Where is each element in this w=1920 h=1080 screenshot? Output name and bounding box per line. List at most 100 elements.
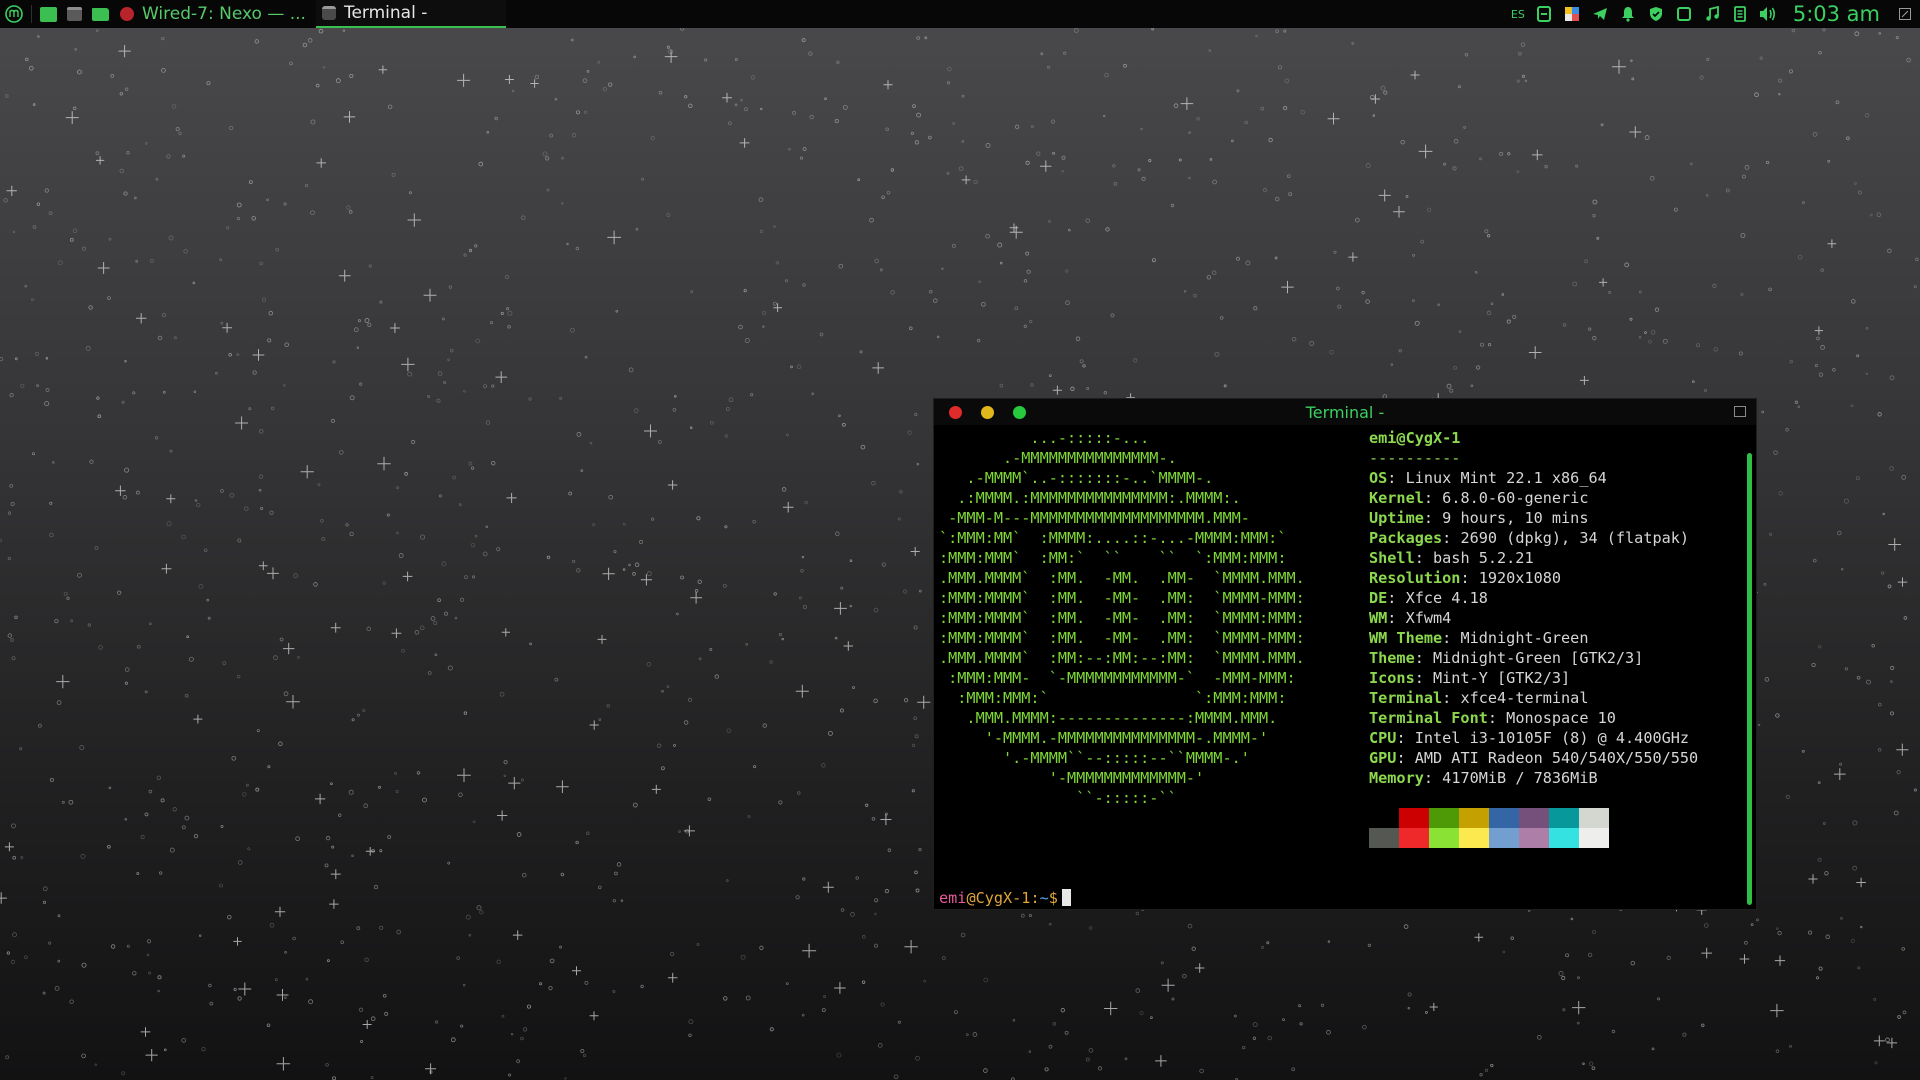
taskbar-item-browser[interactable]: Wired-7: Nexo — ... — [114, 0, 316, 28]
user-host-header: emi@CygX-1 — [1369, 429, 1461, 447]
logo-line: :MMM:MMMM` :MM. -MM- .MM: `MMMM-MMM: — [939, 629, 1305, 647]
logo-line: .MMM.MMMM` :MM. -MM. .MM- `MMMM.MMM. — [939, 569, 1305, 587]
prompt-user: emi — [939, 889, 967, 907]
info-row-packages: Packages: 2690 (dpkg), 34 (flatpak) — [1369, 528, 1698, 548]
info-row-kernel: Kernel: 6.8.0-60-generic — [1369, 488, 1698, 508]
info-colon: : — [1414, 669, 1434, 687]
info-key: Memory — [1369, 769, 1424, 787]
mint-logo-icon — [5, 5, 23, 23]
palette-swatch — [1519, 808, 1549, 828]
info-colon: : — [1460, 569, 1479, 587]
logo-line: .:MMMM.:MMMMMMMMMMMMMMM:.MMMM:. — [939, 489, 1241, 507]
info-row-terminal-font: Terminal Font: Monospace 10 — [1369, 708, 1698, 728]
palette-swatch — [1579, 808, 1609, 828]
tray-app-green-icon[interactable] — [1535, 5, 1553, 23]
info-row-theme: Theme: Midnight-Green [GTK2/3] — [1369, 648, 1698, 668]
taskbar-item-terminal[interactable]: Terminal - — [315, 0, 506, 28]
telegram-icon[interactable] — [1591, 5, 1609, 23]
info-row-resolution: Resolution: 1920x1080 — [1369, 568, 1698, 588]
info-value: 2690 (dpkg), 34 (flatpak) — [1460, 529, 1690, 547]
info-key: DE — [1369, 589, 1388, 607]
logo-line: .MMM.MMMM:--------------:MMMM.MMM. — [939, 709, 1278, 727]
logo-line: .-MMMM`..-:::::::-..`MMMM-. — [939, 469, 1214, 487]
logo-line: `:MMM:MM` :MMMM:....::-...-MMMM:MMM:` — [939, 529, 1287, 547]
launcher-files-button[interactable] — [87, 0, 114, 28]
info-value: Midnight-Green — [1460, 629, 1589, 647]
taskbar-item-label: Wired-7: Nexo — ... — [142, 4, 306, 24]
info-value: xfce4-terminal — [1460, 689, 1589, 707]
info-key: Kernel — [1369, 489, 1424, 507]
info-colon: : — [1423, 509, 1443, 527]
info-row-cpu: CPU: Intel i3-10105F (8) @ 4.400GHz — [1369, 728, 1698, 748]
prompt-host: CygX-1 — [975, 889, 1031, 907]
info-colon: : — [1442, 529, 1461, 547]
info-colon: : — [1396, 749, 1415, 767]
palette-swatch — [1489, 828, 1519, 848]
palette-swatch — [1399, 808, 1429, 828]
info-value: Linux Mint 22.1 x86_64 — [1405, 469, 1607, 487]
info-row-de: DE: Xfce 4.18 — [1369, 588, 1698, 608]
notification-bell-icon[interactable] — [1619, 5, 1637, 23]
prompt-at: @ — [966, 889, 976, 907]
mint-menu-button[interactable] — [0, 0, 28, 28]
logo-line: -MMM-M---MMMMMMMMMMMMMMMMMMM.MMM- — [939, 509, 1250, 527]
info-colon: : — [1414, 549, 1434, 567]
palette-swatch — [1459, 828, 1489, 848]
info-value: Midnight-Green [GTK2/3] — [1433, 649, 1644, 667]
info-row-os: OS: Linux Mint 22.1 x86_64 — [1369, 468, 1698, 488]
info-colon: : — [1487, 709, 1507, 727]
palette-swatch — [1579, 828, 1609, 848]
terminal-window[interactable]: Terminal - ...-:::::-... .-MMMMMMMMMMMMM… — [933, 398, 1757, 910]
keyboard-layout-indicator[interactable]: ES — [1511, 8, 1525, 21]
info-colon: : — [1423, 489, 1443, 507]
music-note-icon[interactable] — [1703, 5, 1721, 23]
launcher-terminal-button[interactable] — [62, 0, 87, 28]
terminal-titlebar[interactable]: Terminal - — [934, 399, 1756, 425]
neofetch-mint-logo: ...-:::::-... .-MMMMMMMMMMMMMMM-. .-MMMM… — [939, 428, 1305, 808]
window-menu-icon[interactable] — [1734, 406, 1746, 417]
folder-icon — [92, 7, 109, 21]
prompt-separator: : — [1030, 889, 1040, 907]
info-value: 6.8.0-60-generic — [1442, 489, 1589, 507]
notes-icon[interactable] — [1731, 5, 1749, 23]
tray-colorful-app-icon[interactable] — [1563, 5, 1581, 23]
info-value: Xfwm4 — [1405, 609, 1452, 627]
volume-icon[interactable] — [1759, 5, 1777, 23]
info-row-wm-theme: WM Theme: Midnight-Green — [1369, 628, 1698, 648]
info-value: Xfce 4.18 — [1405, 589, 1488, 607]
logo-line: :MMM:MMM:` `:MMM:MMM: — [939, 689, 1287, 707]
terminal-scrollbar[interactable] — [1747, 453, 1752, 905]
logo-line: ``-:::::-`` — [939, 789, 1177, 807]
info-colon: : — [1387, 609, 1406, 627]
shield-icon[interactable] — [1647, 5, 1665, 23]
window-app-icon[interactable] — [1675, 5, 1693, 23]
shell-prompt[interactable]: emi@CygX-1:~$ — [939, 888, 1071, 908]
info-key: Packages — [1369, 529, 1443, 547]
terminal-content[interactable]: ...-:::::-... .-MMMMMMMMMMMMMMM-. .-MMMM… — [934, 425, 1746, 909]
show-desktop-button[interactable] — [35, 0, 62, 28]
info-colon: : — [1442, 629, 1461, 647]
palette-swatch — [1429, 828, 1459, 848]
logo-line: :MMM:MMM` :MM:` `` `` `:MMM:MMM: — [939, 549, 1287, 567]
action-buttons-icon[interactable] — [1896, 5, 1914, 23]
info-colon: : — [1387, 469, 1406, 487]
terminal-icon — [67, 7, 82, 21]
info-colon: : — [1387, 589, 1406, 607]
info-key: WM — [1369, 609, 1388, 627]
info-key: Icons — [1369, 669, 1415, 687]
logo-line: '.-MMMM``--:::::--``MMMM-.' — [939, 749, 1250, 767]
info-row-terminal: Terminal: xfce4-terminal — [1369, 688, 1698, 708]
palette-swatch — [1549, 828, 1579, 848]
info-value: Mint-Y [GTK2/3] — [1433, 669, 1571, 687]
logo-line: :MMM:MMMM` :MM. -MM- .MM: `MMMM-MMM: — [939, 589, 1305, 607]
info-value: Monospace 10 — [1506, 709, 1616, 727]
panel-clock[interactable]: 5:03 am — [1793, 2, 1880, 26]
logo-line: :MMM:MMMM` :MM. -MM- .MM: `MMMM:MMM: — [939, 609, 1305, 627]
info-row-wm: WM: Xfwm4 — [1369, 608, 1698, 628]
info-key: Uptime — [1369, 509, 1424, 527]
logo-line: .-MMMMMMMMMMMMMMM-. — [939, 449, 1177, 467]
info-key: GPU — [1369, 749, 1397, 767]
info-value: Intel i3-10105F (8) @ 4.400GHz — [1414, 729, 1690, 747]
palette-swatch — [1519, 828, 1549, 848]
info-key: Terminal — [1369, 689, 1443, 707]
